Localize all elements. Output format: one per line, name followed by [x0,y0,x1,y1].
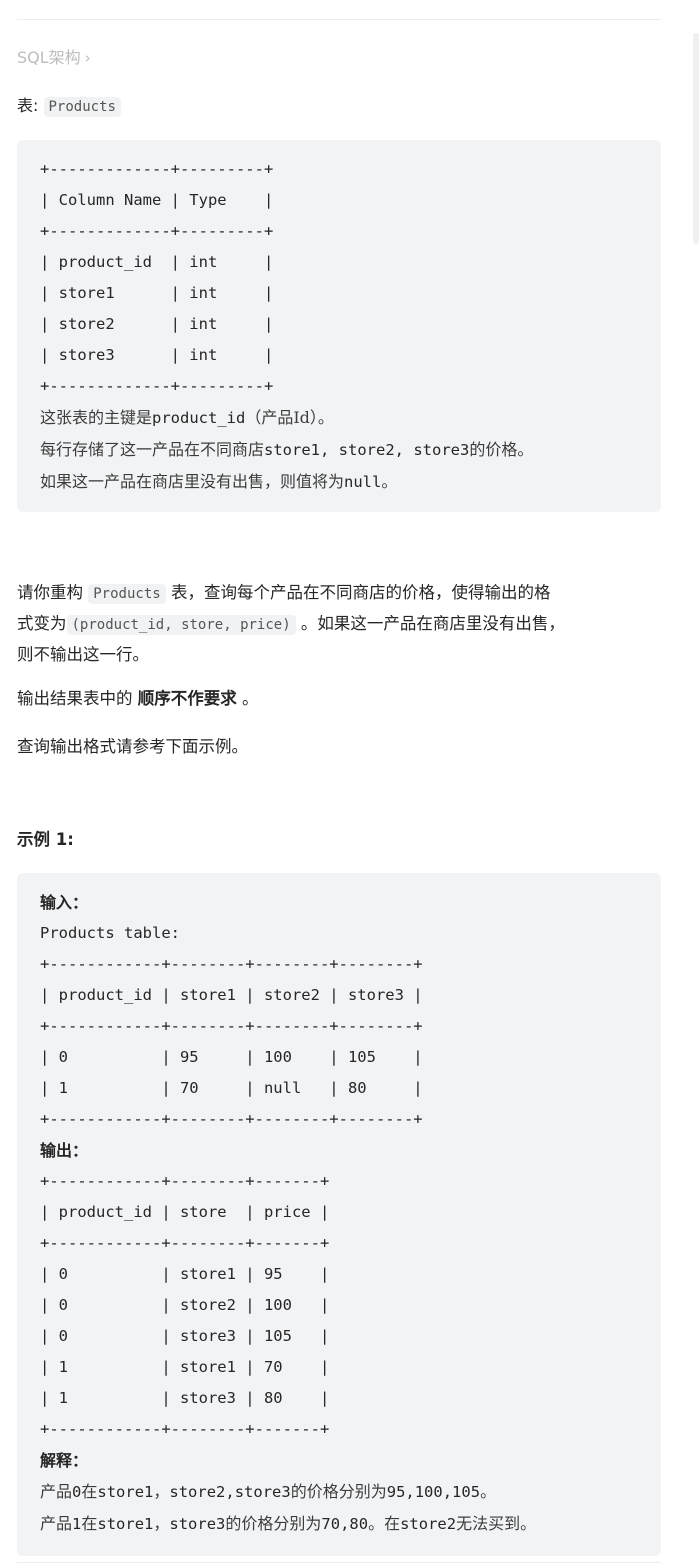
output-format-code: (product_id, store, price) [66,615,296,635]
top-divider [17,19,661,20]
schema-note-null: 如果这一产品在商店里没有出售，则值将为null。 [40,472,398,491]
order-note-bold: 顺序不作要求 [137,689,237,708]
chevron-right-icon: › [84,49,91,67]
breadcrumb-label: SQL架构 [17,48,81,67]
table-intro: 表: Products [17,92,121,117]
output-label: 输出： [40,1141,89,1160]
input-label: 输入： [40,893,89,912]
products-code: Products [88,584,166,604]
table-intro-prefix: 表: [17,96,39,115]
scrollbar[interactable] [693,33,699,244]
description-paragraph-3: 查询输出格式请参考下面示例。 [17,737,248,756]
bottom-divider [17,1562,661,1563]
example-title: 示例 1: [17,830,74,849]
schema-code-block: +-------------+---------+ | Column Name … [17,140,661,512]
explain-label: 解释： [40,1451,89,1470]
input-table-label: Products table: [40,924,180,942]
description-paragraph-1: 请你重构 Products 表，查询每个产品在不同商店的价格，使得输出的格 式变… [17,583,565,664]
explain-line-2: 产品1在store1，store3的价格分别为70,80。在store2无法买到… [40,1514,537,1533]
description-paragraph-2: 输出结果表中的 顺序不作要求 。 [17,689,259,708]
schema-note-primary-key: 这张表的主键是product_id（产品Id）。 [40,408,334,427]
breadcrumb-sql-schema[interactable]: SQL架构 › [17,44,91,68]
output-ascii-table: +------------+--------+-------+ | produc… [40,1172,330,1438]
input-ascii-table: +------------+--------+--------+--------… [40,955,423,1128]
schema-ascii-table: +-------------+---------+ | Column Name … [40,160,274,395]
table-name-code: Products [43,97,121,117]
explain-line-1: 产品0在store1，store2,store3的价格分别为95,100,105… [40,1482,497,1501]
example-code-block: 输入： Products table: +------------+------… [17,873,661,1556]
schema-note-row-meaning: 每行存储了这一产品在不同商店store1, store2, store3的价格。 [40,440,534,459]
